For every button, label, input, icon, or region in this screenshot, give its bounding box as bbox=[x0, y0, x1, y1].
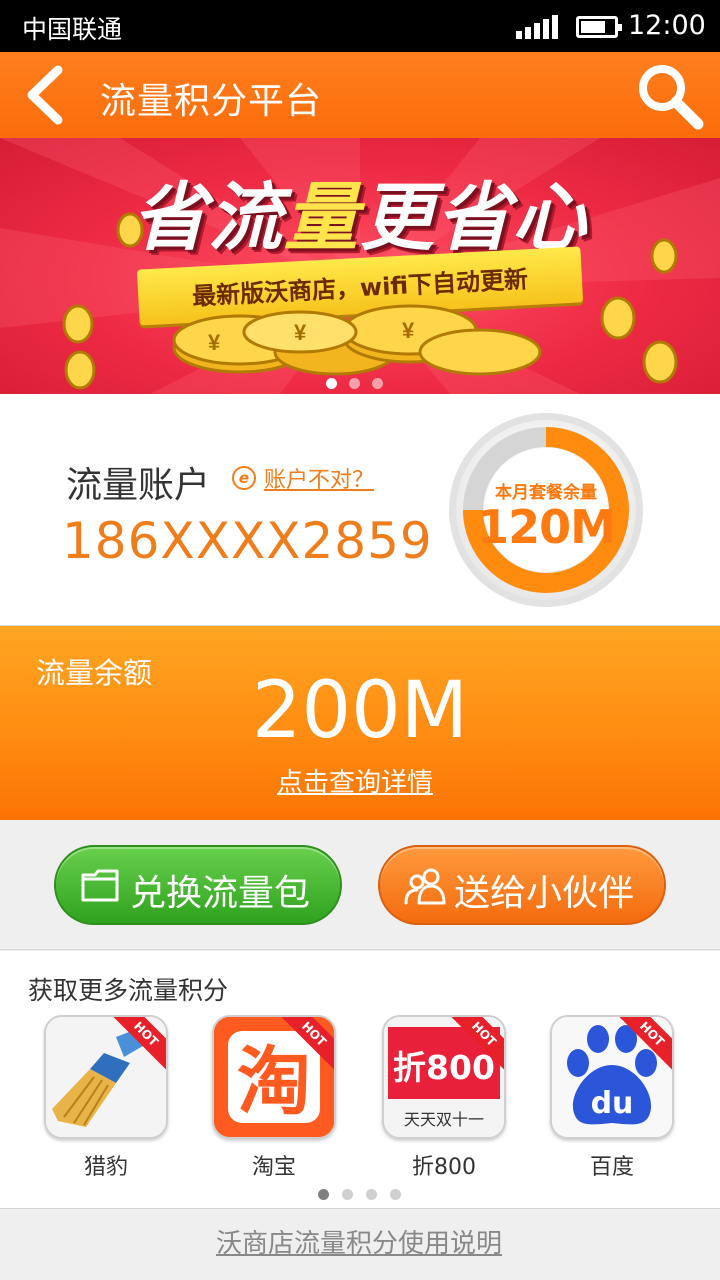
app-item-taobao[interactable]: 淘 HOT 淘宝 bbox=[212, 1015, 336, 1180]
apps-page-dot[interactable] bbox=[390, 1189, 401, 1200]
app-name: 百度 bbox=[589, 1155, 634, 1180]
people-icon bbox=[404, 868, 446, 905]
apps-page-dot[interactable] bbox=[342, 1189, 353, 1200]
app-item-liebao[interactable]: HOT 猎豹 bbox=[44, 1015, 168, 1180]
account-section: 流量账户 e 账户不对？ 186XXXX2859 本月套餐余量 120M bbox=[0, 394, 720, 626]
svg-text:¥: ¥ bbox=[402, 318, 415, 343]
action-buttons: 兑换流量包 送给小伙伴 bbox=[0, 820, 720, 950]
app-name: 猎豹 bbox=[83, 1155, 128, 1180]
app-item-baidu[interactable]: du HOT 百度 bbox=[550, 1015, 674, 1180]
chevron-left-icon bbox=[27, 65, 63, 125]
balance-section: 流量余额 200M 点击查询详情 bbox=[0, 626, 720, 820]
app-item-zhe800[interactable]: 折800 天天双十一 HOT 折800 bbox=[382, 1015, 506, 1180]
monthly-remaining-value: 120M bbox=[477, 500, 616, 554]
status-bar: 中国联通 12:00 bbox=[0, 0, 720, 52]
exchange-button[interactable]: 兑换流量包 bbox=[54, 845, 342, 925]
battery-icon bbox=[576, 16, 622, 38]
exchange-label: 兑换流量包 bbox=[130, 873, 311, 914]
broom-icon: HOT bbox=[44, 1015, 168, 1139]
wrong-account-text: 账户不对？ bbox=[264, 468, 375, 493]
app-name: 折800 bbox=[412, 1155, 476, 1180]
account-label: 流量账户 bbox=[66, 465, 211, 506]
balance-value: 200M bbox=[251, 666, 469, 756]
search-icon bbox=[639, 65, 704, 130]
promo-banner[interactable]: 省流量更省心 最新版沃商店，wifi下自动更新 ¥ ¥ ¥ bbox=[0, 138, 720, 394]
clock: 12:00 bbox=[628, 10, 706, 41]
more-points-title: 获取更多流量积分 bbox=[28, 976, 229, 1005]
more-points-section: 获取更多流量积分 HOT 猎豹 淘 HOT 淘宝 折800 天天双十一 HOT … bbox=[0, 951, 720, 1208]
baidu-paw-icon: du HOT bbox=[550, 1015, 674, 1139]
banner-dot[interactable] bbox=[326, 378, 337, 389]
gift-label: 送给小伙伴 bbox=[454, 873, 635, 914]
coins-illustration: ¥ ¥ ¥ bbox=[62, 212, 678, 390]
balance-detail-link[interactable]: 点击查询详情 bbox=[0, 762, 710, 799]
apps-pagination bbox=[318, 1185, 414, 1204]
battery-level bbox=[581, 21, 605, 33]
svg-text:¥: ¥ bbox=[294, 320, 307, 345]
folder-icon bbox=[81, 869, 119, 902]
account-phone: 186XXXX2859 bbox=[62, 512, 433, 570]
gift-button[interactable]: 送给小伙伴 bbox=[378, 845, 666, 925]
zhe800-glyph: 折800 bbox=[393, 1048, 495, 1087]
footer: 沃商店流量积分使用说明 bbox=[0, 1208, 720, 1280]
svg-text:¥: ¥ bbox=[208, 330, 221, 355]
zhe800-icon: 折800 天天双十一 HOT bbox=[382, 1015, 506, 1139]
apps-page-dot[interactable] bbox=[318, 1189, 329, 1200]
baidu-glyph: du bbox=[591, 1086, 634, 1121]
wrong-account-link[interactable]: e 账户不对？ bbox=[232, 462, 374, 494]
search-button[interactable] bbox=[634, 60, 706, 132]
taobao-glyph: 淘 bbox=[237, 1039, 311, 1125]
apps-page-dot[interactable] bbox=[366, 1189, 377, 1200]
app-name: 淘宝 bbox=[251, 1155, 296, 1180]
signal-icon bbox=[516, 15, 560, 39]
carrier-name: 中国联通 bbox=[22, 15, 123, 44]
banner-dot[interactable] bbox=[349, 378, 360, 389]
banner-pagination bbox=[326, 374, 395, 393]
usage-guide-link[interactable]: 沃商店流量积分使用说明 bbox=[0, 1223, 718, 1260]
back-button[interactable] bbox=[20, 60, 80, 130]
info-icon: e bbox=[232, 466, 256, 490]
zhe800-sub: 天天双十一 bbox=[404, 1110, 484, 1129]
app-header: 流量积分平台 bbox=[0, 52, 720, 138]
banner-dot[interactable] bbox=[372, 378, 383, 389]
taobao-icon: 淘 HOT bbox=[212, 1015, 336, 1139]
page-title: 流量积分平台 bbox=[100, 81, 323, 122]
